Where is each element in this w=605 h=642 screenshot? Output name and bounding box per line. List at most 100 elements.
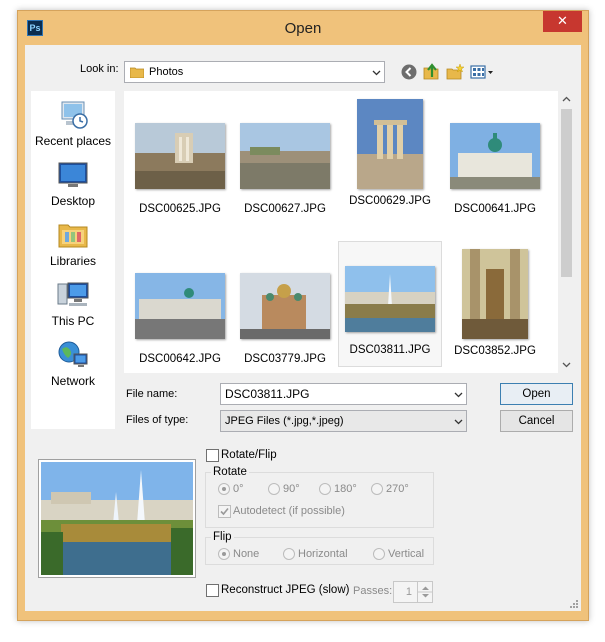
- recent-places-icon: [61, 101, 88, 129]
- file-name: DSC03779.JPG: [244, 353, 326, 365]
- chevron-down-icon[interactable]: [454, 390, 463, 399]
- rotate-270-label: 270°: [386, 483, 409, 495]
- view-menu-icon[interactable]: [469, 62, 495, 82]
- place-label: Network: [50, 374, 95, 388]
- place-desktop[interactable]: Desktop: [31, 159, 115, 217]
- rotate-0-label: 0°: [233, 483, 244, 495]
- chevron-down-icon: [454, 419, 463, 425]
- file-item-selected[interactable]: DSC03811.JPG: [338, 241, 442, 367]
- file-name: DSC00641.JPG: [454, 203, 536, 215]
- cancel-button[interactable]: Cancel: [500, 410, 573, 432]
- file-list-scrollbar[interactable]: [558, 91, 575, 373]
- rotate-90-radio[interactable]: [268, 483, 280, 495]
- file-type-value: JPEG Files (*.jpg,*.jpeg): [225, 415, 344, 427]
- back-icon[interactable]: [399, 62, 419, 82]
- file-list[interactable]: DSC00625.JPG DSC00627.JPG DSC00629.JPG D…: [124, 91, 575, 373]
- image-preview: [38, 459, 196, 578]
- look-in-label: Look in:: [80, 63, 119, 75]
- file-item[interactable]: DSC03779.JPG: [233, 249, 337, 367]
- file-name: DSC00627.JPG: [244, 203, 326, 215]
- flip-vertical-radio[interactable]: [373, 548, 385, 560]
- close-button[interactable]: ✕: [543, 11, 582, 32]
- rotate-270-radio[interactable]: [371, 483, 383, 495]
- open-dialog-window: Ps Open ✕ Look in: Photos Recent places …: [17, 10, 589, 621]
- preview-image: [41, 462, 193, 575]
- flip-none-label: None: [233, 548, 260, 560]
- place-label: Desktop: [50, 194, 96, 208]
- title-bar[interactable]: Ps Open ✕: [18, 11, 588, 45]
- file-item[interactable]: DSC00641.JPG: [443, 99, 547, 217]
- reconstruct-jpeg-checkbox[interactable]: [206, 584, 219, 597]
- up-folder-icon[interactable]: [422, 62, 442, 82]
- flip-horizontal-radio[interactable]: [283, 548, 295, 560]
- places-bar: Recent places Desktop Libraries This PC …: [31, 91, 115, 429]
- file-item[interactable]: DSC03852.JPG: [443, 241, 547, 367]
- rotate-group: [205, 472, 434, 528]
- look-in-value: Photos: [149, 66, 184, 78]
- rotate-180-radio[interactable]: [319, 483, 331, 495]
- file-name-input[interactable]: DSC03811.JPG: [220, 383, 467, 405]
- passes-stepper[interactable]: 1: [393, 581, 433, 603]
- place-label: This PC: [51, 314, 95, 328]
- place-libraries[interactable]: Libraries: [31, 219, 115, 277]
- flip-group-title: Flip: [211, 531, 234, 543]
- scroll-down-icon[interactable]: [562, 360, 571, 369]
- file-thumbnail: [240, 273, 330, 339]
- dialog-body: Look in: Photos Recent places Desktop Li…: [25, 45, 581, 611]
- rotate-group-title: Rotate: [211, 466, 249, 478]
- file-type-dropdown[interactable]: JPEG Files (*.jpg,*.jpeg): [220, 410, 467, 432]
- file-thumbnail: [450, 123, 540, 189]
- flip-vertical-label: Vertical: [388, 548, 425, 560]
- scroll-thumb[interactable]: [561, 109, 572, 277]
- folder-icon: [130, 67, 144, 78]
- autodetect-label: Autodetect (if possible): [233, 505, 345, 517]
- place-label: Libraries: [49, 254, 97, 268]
- file-thumbnail: [240, 123, 330, 189]
- rotate-0-radio[interactable]: [218, 483, 230, 495]
- file-type-label: Files of type:: [126, 414, 189, 426]
- file-item[interactable]: DSC00642.JPG: [128, 249, 232, 367]
- close-icon: ✕: [557, 13, 568, 28]
- chevron-down-icon: [372, 70, 381, 76]
- network-icon: [58, 341, 88, 367]
- file-thumbnail: [357, 99, 423, 189]
- rotate-flip-label: Rotate/Flip: [221, 449, 277, 461]
- file-name-value: DSC03811.JPG: [225, 387, 310, 401]
- look-in-dropdown[interactable]: Photos: [124, 61, 385, 83]
- resize-grip-icon[interactable]: [569, 599, 579, 609]
- stepper-arrows-icon[interactable]: [418, 582, 433, 602]
- rotate-flip-checkbox[interactable]: [206, 449, 219, 462]
- reconstruct-jpeg-label: Reconstruct JPEG (slow): [221, 584, 350, 596]
- place-network[interactable]: Network: [31, 339, 115, 397]
- flip-horizontal-label: Horizontal: [298, 548, 348, 560]
- stepper-buttons[interactable]: [417, 582, 433, 602]
- file-thumbnail: [462, 249, 528, 339]
- autodetect-checkbox[interactable]: [218, 505, 231, 518]
- file-item[interactable]: DSC00629.JPG: [338, 91, 442, 217]
- file-name: DSC03852.JPG: [454, 345, 536, 357]
- rotate-180-label: 180°: [334, 483, 357, 495]
- flip-none-radio[interactable]: [218, 548, 230, 560]
- file-item[interactable]: DSC00625.JPG: [128, 99, 232, 217]
- libraries-icon: [58, 224, 88, 248]
- this-pc-icon: [57, 282, 89, 306]
- file-name: DSC03811.JPG: [349, 344, 431, 356]
- file-thumbnail: [345, 266, 435, 332]
- place-this-pc[interactable]: This PC: [31, 279, 115, 337]
- file-name: DSC00642.JPG: [139, 353, 221, 365]
- file-name: DSC00629.JPG: [349, 195, 431, 207]
- file-name-label: File name:: [126, 388, 178, 400]
- file-item[interactable]: DSC00627.JPG: [233, 99, 337, 217]
- checkmark-icon: [220, 507, 229, 516]
- place-label: Recent places: [34, 134, 112, 148]
- scroll-up-icon[interactable]: [562, 95, 571, 104]
- new-folder-icon[interactable]: [445, 62, 465, 82]
- passes-value: 1: [405, 586, 412, 598]
- file-thumbnail: [135, 123, 225, 189]
- passes-label: Passes:: [353, 585, 393, 597]
- open-button[interactable]: Open: [500, 383, 573, 405]
- place-recent-places[interactable]: Recent places: [31, 99, 115, 157]
- file-name: DSC00625.JPG: [139, 203, 221, 215]
- dialog-title: Open: [284, 20, 322, 37]
- rotate-90-label: 90°: [283, 483, 300, 495]
